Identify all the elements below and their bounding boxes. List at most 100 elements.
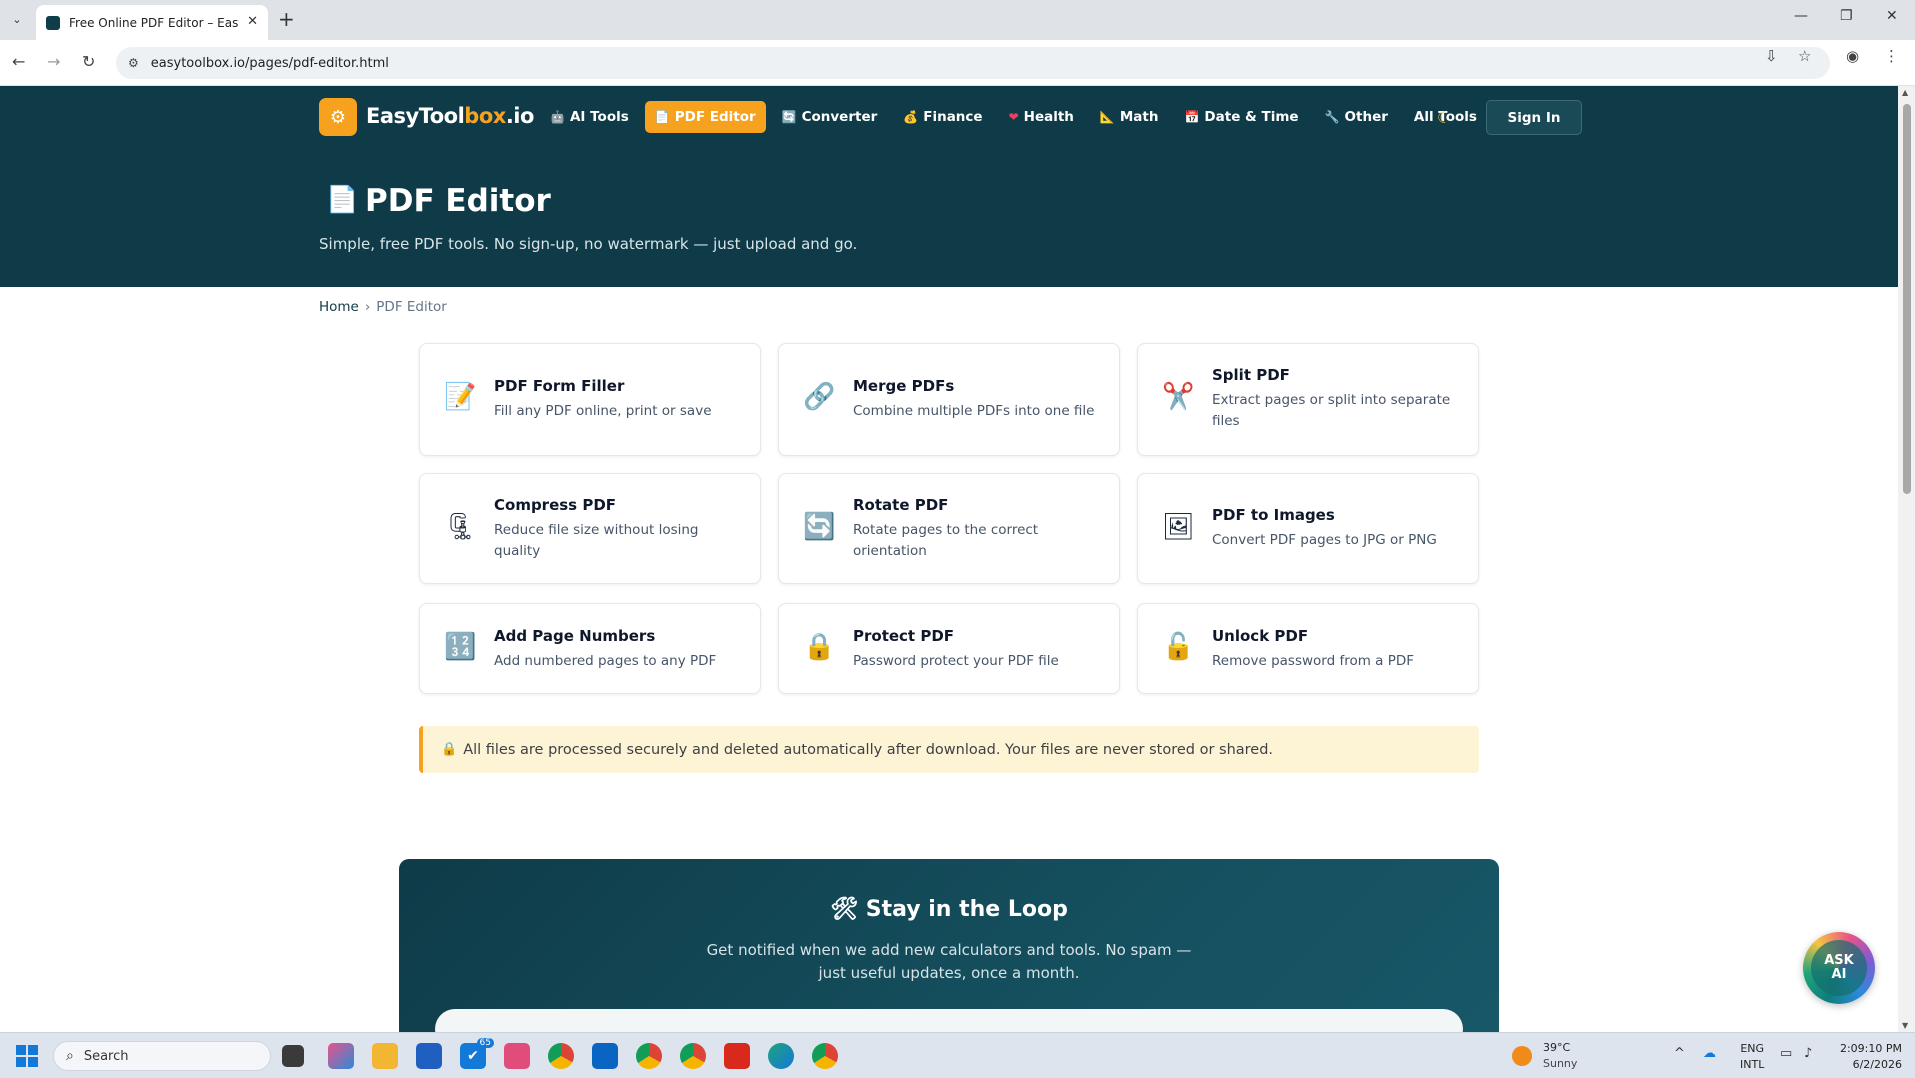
- new-tab-button[interactable]: +: [278, 7, 295, 31]
- copilot-icon[interactable]: [328, 1043, 354, 1069]
- system-clock[interactable]: 2:09:10 PM 6/2/2026: [1832, 1041, 1902, 1073]
- tool-card-compress[interactable]: 🗜 Compress PDF Reduce file size without …: [419, 473, 761, 584]
- tool-card-desc: Rotate pages to the correct orientation: [853, 522, 1039, 559]
- tab-close-icon[interactable]: ✕: [247, 14, 258, 29]
- forward-arrow-icon[interactable]: →: [47, 52, 60, 71]
- logo-gear-icon[interactable]: ⚙: [319, 98, 357, 136]
- window-close-icon[interactable]: ✕: [1886, 8, 1898, 24]
- browser-menu-icon[interactable]: ⋮: [1884, 47, 1899, 65]
- tool-card-desc: Fill any PDF online, print or save: [494, 403, 712, 419]
- lang-line2: INTL: [1740, 1058, 1765, 1071]
- nav-label: Date & Time: [1204, 109, 1299, 125]
- tool-card-rotate[interactable]: 🔄 Rotate PDF Rotate pages to the correct…: [778, 473, 1120, 584]
- edge-icon[interactable]: [768, 1043, 794, 1069]
- breadcrumb-current: PDF Editor: [376, 299, 447, 315]
- heart-icon: ❤: [1008, 110, 1019, 124]
- document-icon: 📄: [326, 185, 359, 215]
- windows-start-icon[interactable]: [16, 1045, 38, 1067]
- dark-mode-moon-icon[interactable]: ☾: [1437, 108, 1451, 127]
- scrollbar-thumb[interactable]: [1903, 104, 1911, 494]
- scroll-up-arrow-icon[interactable]: ▲: [1902, 88, 1908, 97]
- scroll-down-arrow-icon[interactable]: ▼: [1902, 1021, 1908, 1030]
- chrome-profile-icon[interactable]: [636, 1043, 662, 1069]
- convert-icon: 🔄: [781, 110, 797, 124]
- page-scrollbar[interactable]: ▲ ▼: [1898, 86, 1915, 1032]
- onedrive-cloud-icon[interactable]: ☁: [1703, 1046, 1716, 1061]
- nav-other[interactable]: 🔧 Other: [1315, 101, 1398, 133]
- snipping-tool-icon[interactable]: [504, 1043, 530, 1069]
- address-bar[interactable]: ⚙ easytoolbox.io/pages/pdf-editor.html: [116, 47, 1830, 79]
- security-notice: 🔒 All files are processed securely and d…: [419, 726, 1479, 773]
- hero-section: 📄 PDF Editor Simple, free PDF tools. No …: [0, 149, 1898, 287]
- tools-icon: 🛠: [830, 897, 859, 922]
- security-notice-text: All files are processed securely and del…: [463, 741, 1274, 758]
- store-icon[interactable]: [416, 1043, 442, 1069]
- nav-health[interactable]: ❤ Health: [999, 101, 1084, 133]
- bookmark-star-icon[interactable]: ☆: [1798, 47, 1811, 65]
- logo-text-accent: box: [464, 104, 506, 128]
- profile-icon[interactable]: ◉: [1846, 47, 1859, 65]
- tool-card-title: Merge PDFs: [853, 377, 955, 395]
- tool-card-desc: Password protect your PDF file: [853, 653, 1059, 669]
- picture-icon: 🖼: [1162, 512, 1196, 542]
- page-title: PDF Editor: [365, 183, 551, 219]
- install-app-icon[interactable]: ⇩: [1765, 47, 1778, 65]
- show-hidden-icons-chevron-icon[interactable]: ^: [1674, 1046, 1685, 1061]
- nav-finance[interactable]: 💰 Finance: [893, 101, 992, 133]
- volume-icon[interactable]: ♪: [1804, 1046, 1812, 1061]
- site-logo[interactable]: EasyToolbox.io: [366, 104, 534, 128]
- tool-card-desc: Reduce file size without losing quality: [494, 522, 699, 559]
- back-arrow-icon[interactable]: ←: [12, 52, 25, 71]
- task-view-icon[interactable]: [282, 1045, 304, 1067]
- main-nav: 🤖 AI Tools 📄 PDF Editor 🔄 Converter 💰 Financ…: [540, 101, 1493, 133]
- ask-ai-button[interactable]: ASK AI: [1803, 932, 1875, 1004]
- minimize-icon[interactable]: —: [1794, 8, 1808, 24]
- breadcrumb-home-link[interactable]: Home: [319, 299, 359, 315]
- network-icon[interactable]: ▭: [1780, 1046, 1792, 1061]
- logo-text-tail: .io: [505, 104, 535, 128]
- nav-ai-tools[interactable]: 🤖 AI Tools: [540, 101, 639, 133]
- sign-in-button[interactable]: Sign In: [1486, 100, 1582, 135]
- tab-search-button[interactable]: ⌄: [6, 8, 28, 30]
- restore-icon[interactable]: ❐: [1840, 8, 1853, 24]
- ask-ai-label: ASK AI: [1811, 940, 1867, 996]
- tool-card-merge[interactable]: 🔗 Merge PDFs Combine multiple PDFs into …: [778, 343, 1120, 456]
- weather-temp[interactable]: 39°C: [1543, 1041, 1570, 1054]
- document-icon: 📄: [654, 110, 670, 124]
- file-explorer-icon[interactable]: [372, 1043, 398, 1069]
- taskbar-search[interactable]: ⌕ Search: [53, 1041, 271, 1071]
- newsletter-subtitle: Get notified when we add new calculators…: [706, 941, 1192, 982]
- newsletter-title: 🛠 Stay in the Loop: [399, 897, 1499, 922]
- ask-ai-line1: ASK: [1824, 953, 1854, 968]
- language-indicator[interactable]: ENG INTL: [1740, 1041, 1764, 1073]
- sun-icon[interactable]: [1512, 1046, 1532, 1066]
- clock-date: 6/2/2026: [1852, 1058, 1902, 1071]
- browser-tab-active[interactable]: Free Online PDF Editor – EasyTo ✕: [36, 5, 268, 40]
- chrome-icon[interactable]: [548, 1043, 574, 1069]
- tool-card-page-numbers[interactable]: 🔢 Add Page Numbers Add numbered pages to…: [419, 603, 761, 694]
- chrome-profile-2-icon[interactable]: [680, 1043, 706, 1069]
- nav-math[interactable]: 📐 Math: [1090, 101, 1169, 133]
- tool-card-protect[interactable]: 🔒 Protect PDF Password protect your PDF …: [778, 603, 1120, 694]
- outlook-icon[interactable]: [592, 1043, 618, 1069]
- tool-card-split[interactable]: ✂️ Split PDF Extract pages or split into…: [1137, 343, 1479, 456]
- nav-converter[interactable]: 🔄 Converter: [772, 101, 888, 133]
- nav-date-time[interactable]: 📅 Date & Time: [1174, 101, 1308, 133]
- rotate-arrows-icon: 🔄: [803, 512, 836, 542]
- search-icon: ⌕: [66, 1048, 74, 1064]
- weather-desc[interactable]: Sunny: [1543, 1057, 1577, 1070]
- wrench-icon: 🔧: [1324, 110, 1340, 124]
- mail-check-icon[interactable]: ✔ 65: [460, 1038, 494, 1069]
- url-text[interactable]: easytoolbox.io/pages/pdf-editor.html: [151, 56, 389, 71]
- lock-icon: 🔒: [441, 742, 458, 757]
- reload-icon[interactable]: ↻: [82, 52, 95, 71]
- nav-label: Finance: [923, 109, 983, 125]
- tool-card-unlock[interactable]: 🔓 Unlock PDF Remove password from a PDF: [1137, 603, 1479, 694]
- nav-pdf-editor[interactable]: 📄 PDF Editor: [644, 101, 766, 133]
- acrobat-icon[interactable]: [724, 1043, 750, 1069]
- tool-card-pdf-to-images[interactable]: 🖼 PDF to Images Convert PDF pages to JPG…: [1137, 473, 1479, 584]
- site-info-icon[interactable]: ⚙: [128, 56, 139, 70]
- chrome-active-icon[interactable]: [812, 1043, 838, 1069]
- tool-card-form-filler[interactable]: 📝 PDF Form Filler Fill any PDF online, p…: [419, 343, 761, 456]
- numbers-icon: 🔢: [444, 632, 477, 662]
